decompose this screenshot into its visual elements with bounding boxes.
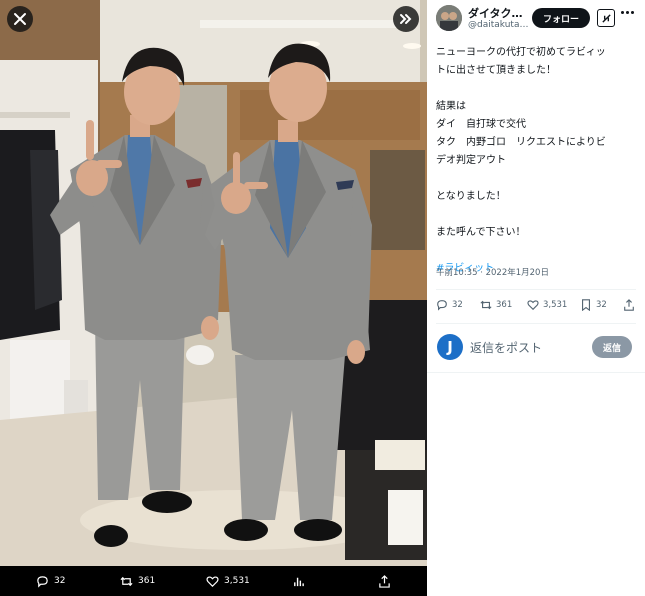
more-dot-icon: [631, 11, 634, 14]
repost-icon: [480, 300, 492, 310]
media-like-count: 3,531: [224, 576, 250, 586]
tweet-line: タク 内野ゴロ リクエストによりビ: [436, 137, 606, 148]
analytics-icon: [294, 577, 304, 586]
close-button[interactable]: [7, 6, 33, 32]
grok-button[interactable]: [597, 9, 615, 27]
repost-button[interactable]: 361: [480, 299, 512, 311]
media-views-button[interactable]: [292, 566, 305, 596]
tweet-line: トに出させて頂きました！: [436, 65, 556, 76]
user-handle[interactable]: @daitakuta…: [468, 20, 528, 30]
bookmark-icon: [582, 299, 590, 311]
tweet-line: となりました！: [436, 191, 506, 202]
tweet-line: ダイ 自打球で交代: [436, 119, 526, 130]
tweet-line: [436, 242, 641, 260]
profile-photo: [436, 5, 462, 31]
grok-icon: [601, 13, 611, 23]
tweet-line: [436, 80, 641, 98]
divider: [436, 289, 636, 290]
bookmark-count: 32: [596, 300, 607, 310]
tweet-line: 結果は: [436, 101, 466, 112]
more-dot-icon: [626, 11, 629, 14]
tweet-actions: 32 361 3,531 32: [436, 299, 636, 317]
repost-count: 361: [496, 300, 513, 310]
expand-panel-button[interactable]: [393, 6, 419, 32]
heart-icon: [206, 575, 219, 587]
tweet-line: [436, 206, 641, 224]
timestamp[interactable]: 午前10:35 · 2022年1月20日: [436, 266, 549, 278]
close-icon: [14, 13, 26, 25]
media-reply-count: 32: [54, 576, 66, 586]
tweet-line: [436, 170, 641, 188]
more-dot-icon: [621, 11, 624, 14]
media-repost-button[interactable]: 361: [120, 566, 155, 596]
reply-icon: [437, 300, 447, 311]
media-viewer[interactable]: 32 361 3,531: [0, 0, 427, 596]
current-user-avatar: J: [437, 334, 463, 360]
share-icon: [624, 299, 634, 311]
chevron-double-right-icon: [400, 14, 412, 24]
reply-count: 32: [452, 300, 463, 310]
divider: [436, 323, 636, 324]
share-icon: [379, 574, 390, 588]
reply-button[interactable]: 32: [436, 299, 463, 311]
like-button[interactable]: 3,531: [527, 299, 567, 311]
media-share-button[interactable]: [378, 566, 391, 596]
reply-icon: [37, 575, 48, 588]
repost-icon: [120, 576, 133, 586]
tweet-line: デオ判定アウト: [436, 155, 506, 166]
media-repost-count: 361: [138, 576, 156, 586]
avatar[interactable]: [436, 5, 462, 31]
follow-button[interactable]: フォロー: [532, 8, 590, 28]
reply-submit-button[interactable]: 返信: [592, 336, 632, 358]
divider: [427, 372, 645, 373]
media-action-bar: 32 361 3,531: [0, 566, 427, 596]
tweet-line: ニューヨークの代打で初めてラビィッ: [436, 47, 606, 58]
like-count: 3,531: [543, 300, 568, 310]
media-like-button[interactable]: 3,531: [206, 566, 250, 596]
reply-input[interactable]: 返信をポスト: [470, 339, 542, 356]
more-options-button[interactable]: [621, 11, 634, 14]
heart-icon: [527, 300, 539, 311]
tweet-text: ニューヨークの代打で初めてラビィッ トに出させて頂きました！ 結果は ダイ 自打…: [436, 44, 641, 278]
tweet-photo: [0, 0, 427, 566]
tweet-line: また呼んで下さい！: [436, 227, 526, 238]
display-name[interactable]: ダイタク…: [468, 5, 523, 21]
bookmark-button[interactable]: 32: [580, 299, 607, 311]
media-reply-button[interactable]: 32: [36, 566, 65, 596]
tweet-detail-panel: ダイタク… @daitakuta… フォロー ニューヨークの代打で初めてラビィッ…: [427, 0, 645, 596]
share-button[interactable]: [623, 299, 635, 311]
